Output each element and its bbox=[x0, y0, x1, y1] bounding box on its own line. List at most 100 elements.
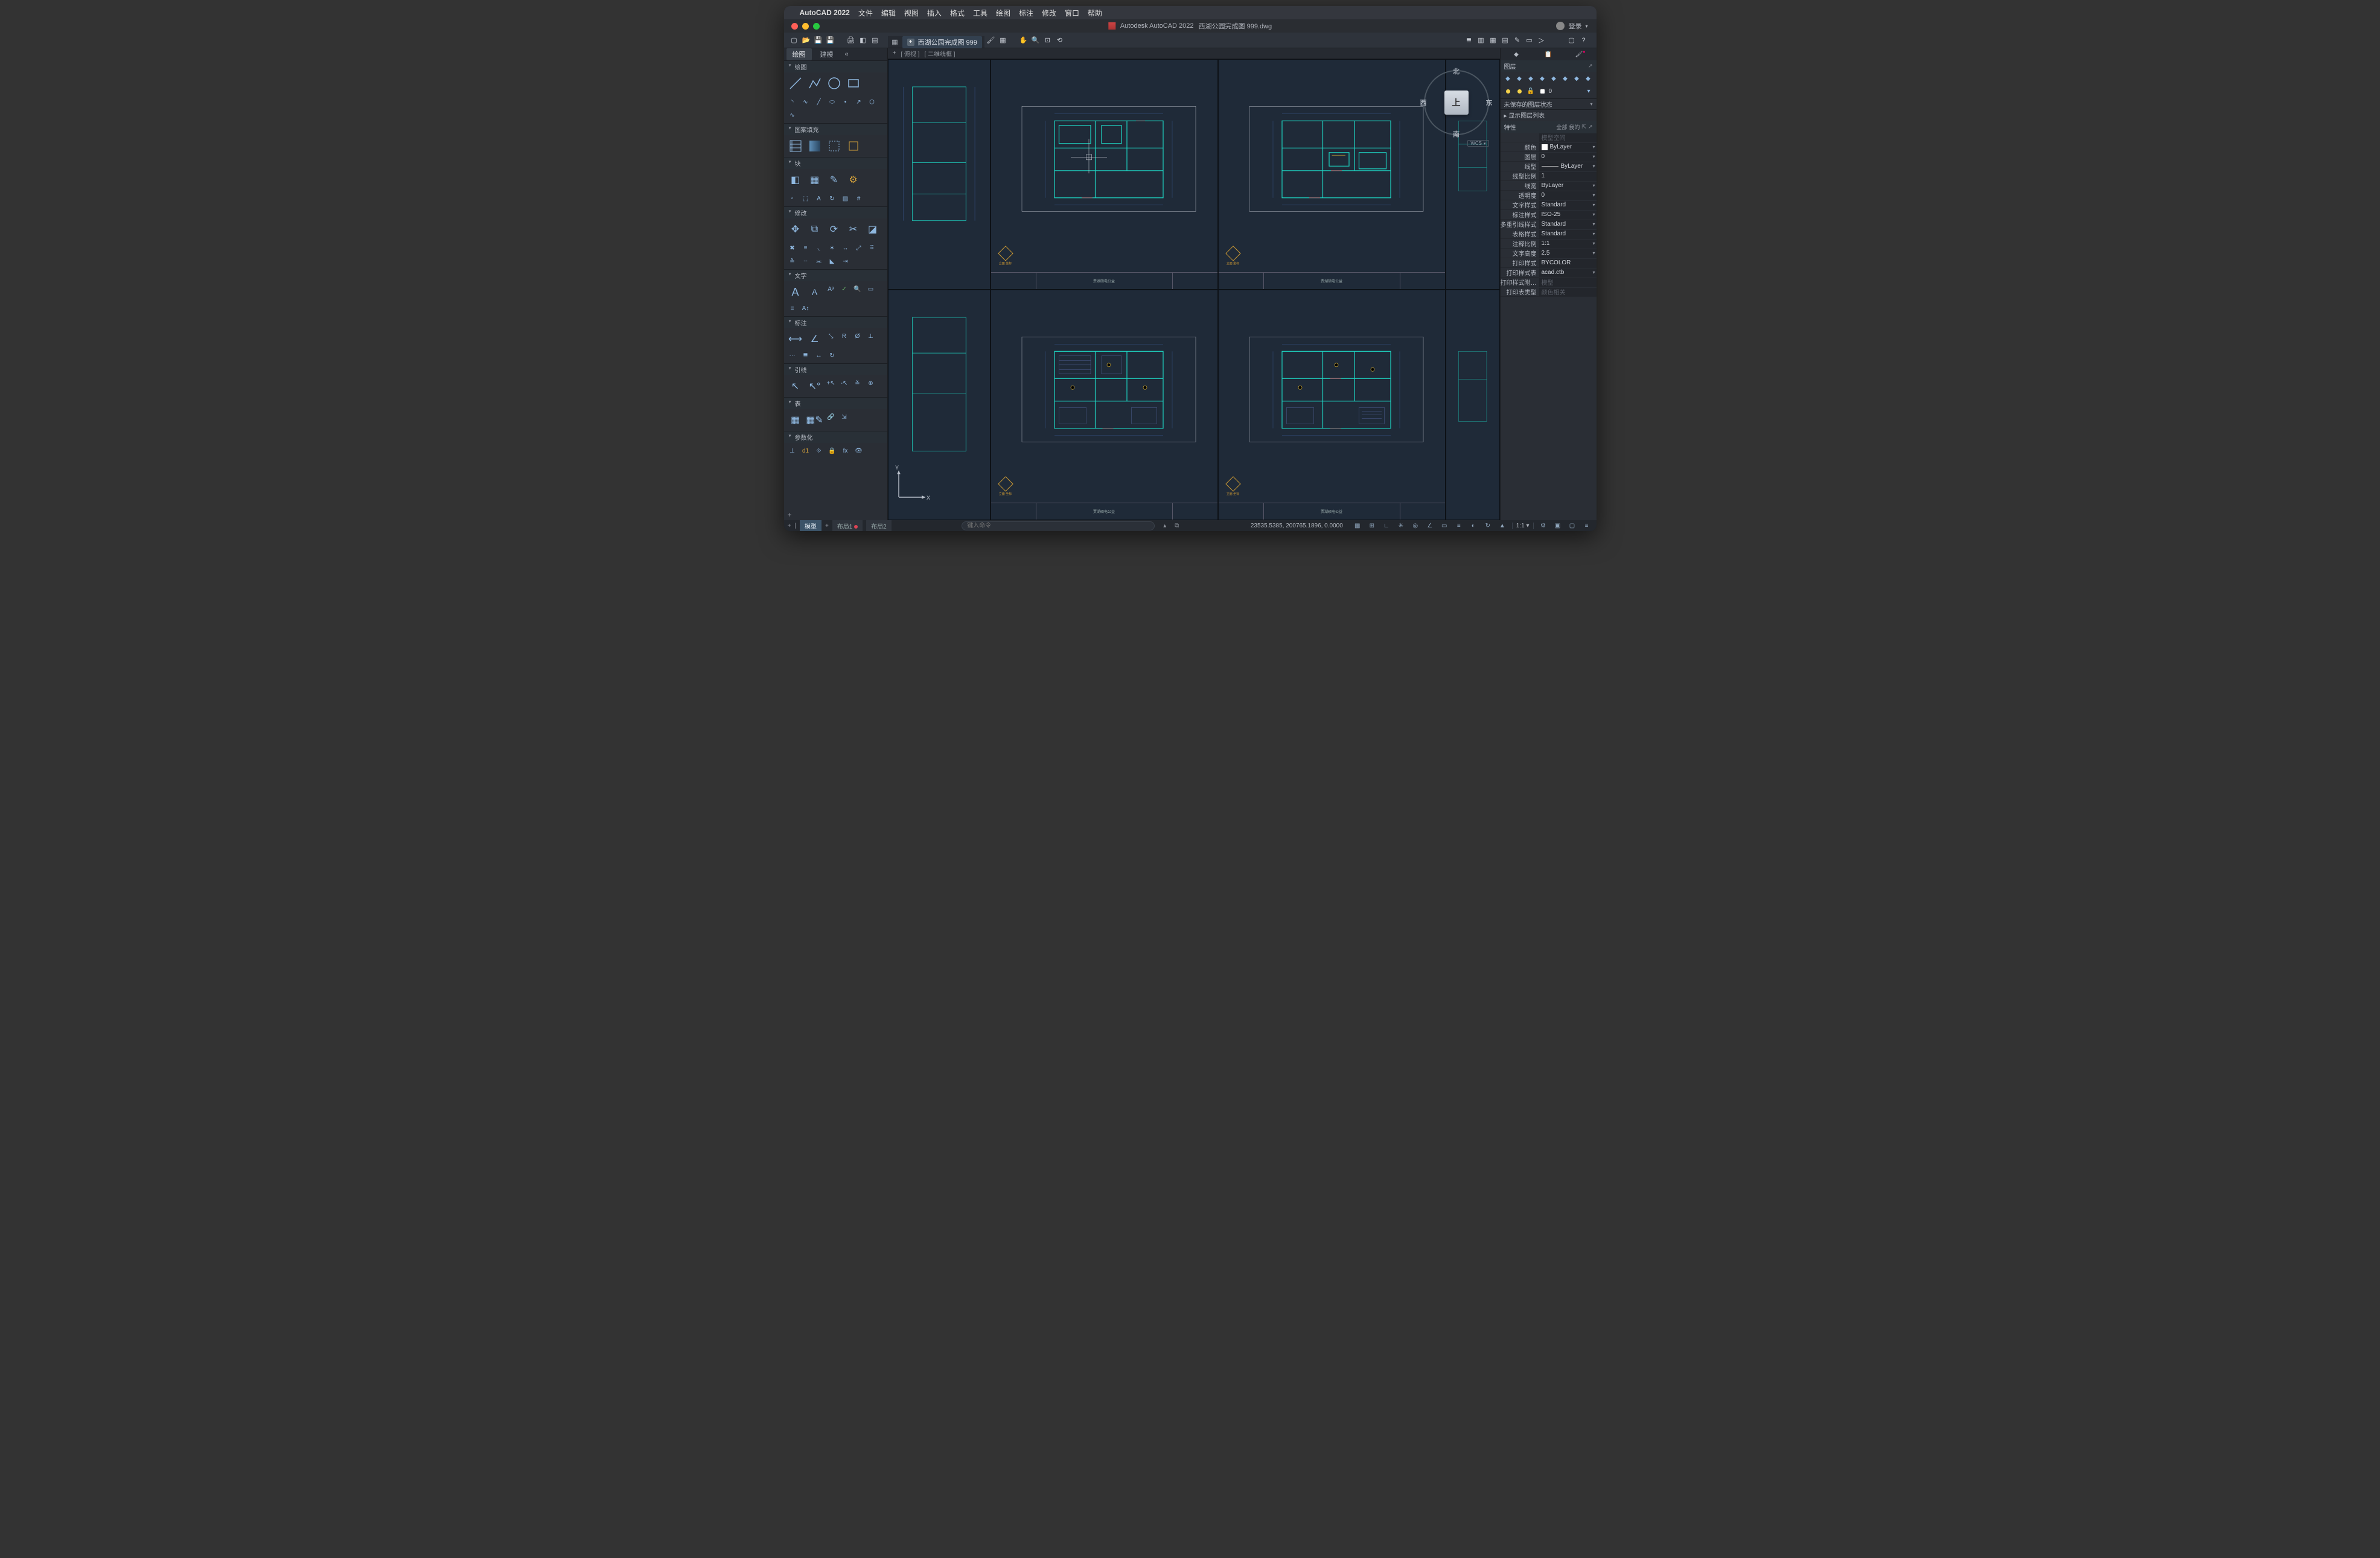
prop-value-线宽[interactable]: ByLayer▾ bbox=[1539, 182, 1597, 190]
command-input[interactable] bbox=[962, 521, 1155, 530]
status-dyn-icon[interactable]: ▭ bbox=[1440, 521, 1449, 530]
menu-tools[interactable]: 工具 bbox=[973, 8, 987, 18]
menu-insert[interactable]: 插入 bbox=[927, 8, 942, 18]
prop-value-线型[interactable]: ByLayer▾ bbox=[1539, 162, 1597, 171]
layer-freeze-icon[interactable]: ◆ bbox=[1514, 74, 1525, 84]
layer-state-lock-icon[interactable]: 🔓 bbox=[1526, 86, 1536, 97]
prop-value-文字样式[interactable]: Standard▾ bbox=[1539, 201, 1597, 209]
view-home-icon[interactable]: + bbox=[893, 50, 896, 57]
spellcheck-icon[interactable]: ✓ bbox=[838, 283, 850, 295]
join-icon[interactable]: ⫘ bbox=[813, 255, 825, 267]
status-monitor-icon[interactable]: ▣ bbox=[1553, 521, 1563, 530]
menu-view[interactable]: 视图 bbox=[904, 8, 919, 18]
file-tab-add-icon[interactable]: + bbox=[907, 39, 914, 46]
mleader-icon[interactable]: ↖ bbox=[786, 377, 805, 395]
mleader-remove-icon[interactable]: -↖ bbox=[838, 377, 850, 389]
status-polar-icon[interactable]: ✳ bbox=[1396, 521, 1406, 530]
page-setup-icon[interactable]: ▤ bbox=[870, 35, 881, 46]
text-style-icon[interactable]: Aᵃ bbox=[825, 283, 837, 295]
chamfer-icon[interactable]: ◣ bbox=[826, 255, 838, 267]
dim-style-icon[interactable]: ↔ bbox=[813, 349, 825, 361]
data-link-icon[interactable]: 🔗 bbox=[825, 411, 837, 423]
mirror-icon[interactable]: ◪ bbox=[864, 220, 882, 238]
dim-linear-icon[interactable]: ⟷ bbox=[786, 330, 805, 348]
prop-value-线型比例[interactable]: 1 bbox=[1539, 172, 1597, 180]
wblock-icon[interactable]: ▫ bbox=[786, 192, 799, 205]
menu-window[interactable]: 窗口 bbox=[1065, 8, 1079, 18]
erase-icon[interactable]: ✖ bbox=[786, 242, 799, 254]
props-pin-icon[interactable]: ⇱ bbox=[1581, 124, 1586, 130]
layout-tab-1[interactable]: 布局1 bbox=[832, 520, 863, 532]
prop-value-标注样式[interactable]: ISO-25▾ bbox=[1539, 211, 1597, 219]
match-prop-icon[interactable]: 🖌 bbox=[986, 35, 997, 46]
group-table-header[interactable]: 表 bbox=[784, 398, 887, 409]
status-gear-icon[interactable]: ⚙ bbox=[1539, 521, 1548, 530]
view-top-label[interactable]: [ 俯视 ] bbox=[901, 49, 919, 58]
group-text-header[interactable]: 文字 bbox=[784, 270, 887, 281]
dim-constraint-icon[interactable]: d1 bbox=[800, 445, 812, 457]
clean-screen-icon[interactable]: ▢ bbox=[1566, 35, 1577, 46]
show-layer-list-button[interactable]: ▸ 显示图层列表 bbox=[1501, 109, 1597, 120]
sheetset-icon[interactable]: ▤ bbox=[1500, 35, 1511, 46]
layer-lock-icon[interactable]: ◆ bbox=[1526, 74, 1536, 84]
layer-walk-icon[interactable]: ◆ bbox=[1572, 74, 1582, 84]
status-cycle-icon[interactable]: ↻ bbox=[1483, 521, 1493, 530]
geo-constraint-icon[interactable]: ⊥ bbox=[786, 445, 799, 457]
field-icon[interactable]: ▭ bbox=[865, 283, 877, 295]
wcs-indicator[interactable]: WCS▾ bbox=[1467, 140, 1488, 147]
prop-value-图层[interactable]: 0▾ bbox=[1539, 153, 1597, 161]
cmd-history-icon[interactable]: ▴ bbox=[1163, 523, 1166, 529]
copy-obj-icon[interactable]: ⧉ bbox=[806, 220, 824, 238]
layer-thaw-icon[interactable]: ◆ bbox=[1537, 74, 1548, 84]
open-icon[interactable]: 📂 bbox=[801, 35, 812, 46]
chevron-down-icon[interactable]: ▾ bbox=[1592, 270, 1595, 275]
mleader-style-icon[interactable]: ↖° bbox=[806, 377, 824, 395]
new-icon[interactable]: ▢ bbox=[789, 35, 800, 46]
line-icon[interactable] bbox=[786, 74, 805, 92]
chevron-down-icon[interactable]: ▾ bbox=[1592, 221, 1595, 227]
status-trans-icon[interactable]: ◐ bbox=[1469, 521, 1478, 530]
props-filter-mine[interactable]: 我的 bbox=[1569, 123, 1580, 131]
chevron-down-icon[interactable]: ▾ bbox=[1592, 144, 1595, 150]
text-align-icon[interactable]: ≡ bbox=[786, 302, 799, 314]
trim-icon[interactable]: ✂ bbox=[844, 220, 863, 238]
status-anno-icon[interactable]: ▲ bbox=[1498, 521, 1507, 530]
gradient-icon[interactable] bbox=[806, 137, 824, 155]
prop-value-打印样式表[interactable]: acad.ctb▾ bbox=[1539, 269, 1597, 277]
prop-value-文字高度[interactable]: 2.5▾ bbox=[1539, 249, 1597, 258]
status-grid-icon[interactable]: ▦ bbox=[1353, 521, 1362, 530]
cmdline-icon[interactable]: ＞ bbox=[1536, 35, 1547, 46]
dim-update-icon[interactable]: ↻ bbox=[826, 349, 838, 361]
menu-dim[interactable]: 标注 bbox=[1019, 8, 1033, 18]
zoom-window-icon[interactable]: ⊡ bbox=[1042, 35, 1053, 46]
view-style-label[interactable]: [ 二维线框 ] bbox=[924, 49, 955, 58]
rectangle-icon[interactable] bbox=[844, 74, 863, 92]
status-customize-icon[interactable]: ≡ bbox=[1582, 521, 1592, 530]
mleader-add-icon[interactable]: +↖ bbox=[825, 377, 837, 389]
layout-add-icon[interactable]: + bbox=[825, 523, 829, 529]
xline-icon[interactable]: ╱ bbox=[813, 96, 825, 108]
login-button[interactable]: 登录 bbox=[1568, 21, 1581, 31]
stretch-icon[interactable]: ↔ bbox=[840, 242, 852, 254]
status-ortho-icon[interactable]: ∟ bbox=[1382, 521, 1391, 530]
close-icon[interactable] bbox=[791, 23, 798, 30]
zoom-icon[interactable] bbox=[813, 23, 820, 30]
define-attr-icon[interactable]: A bbox=[813, 192, 825, 205]
login-dropdown-icon[interactable]: ▾ bbox=[1585, 24, 1587, 29]
array-icon[interactable]: ⠿ bbox=[866, 242, 878, 254]
rc-tab-clipboard-icon[interactable]: 📋 bbox=[1542, 51, 1554, 58]
arc-icon[interactable]: ◝ bbox=[786, 96, 799, 108]
dim-baseline-icon[interactable]: ≣ bbox=[800, 349, 812, 361]
polygon-icon[interactable]: ⬡ bbox=[866, 96, 878, 108]
xref-icon[interactable]: ⬚ bbox=[800, 192, 812, 205]
dim-diameter-icon[interactable]: Ø bbox=[852, 330, 864, 342]
group-block-header[interactable]: 块 bbox=[784, 157, 887, 169]
chevron-down-icon[interactable]: ▾ bbox=[1592, 202, 1595, 208]
props-popout-icon[interactable]: ↗ bbox=[1588, 124, 1593, 130]
avatar-icon[interactable] bbox=[1556, 22, 1565, 30]
singletext-icon[interactable]: A bbox=[806, 283, 824, 301]
block-editor-icon[interactable]: ▦ bbox=[998, 35, 1009, 46]
group-hatch-header[interactable]: 图案填充 bbox=[784, 124, 887, 135]
text-scale-icon[interactable]: A↕ bbox=[800, 302, 812, 314]
param-mgr-icon[interactable]: fx bbox=[840, 445, 852, 457]
